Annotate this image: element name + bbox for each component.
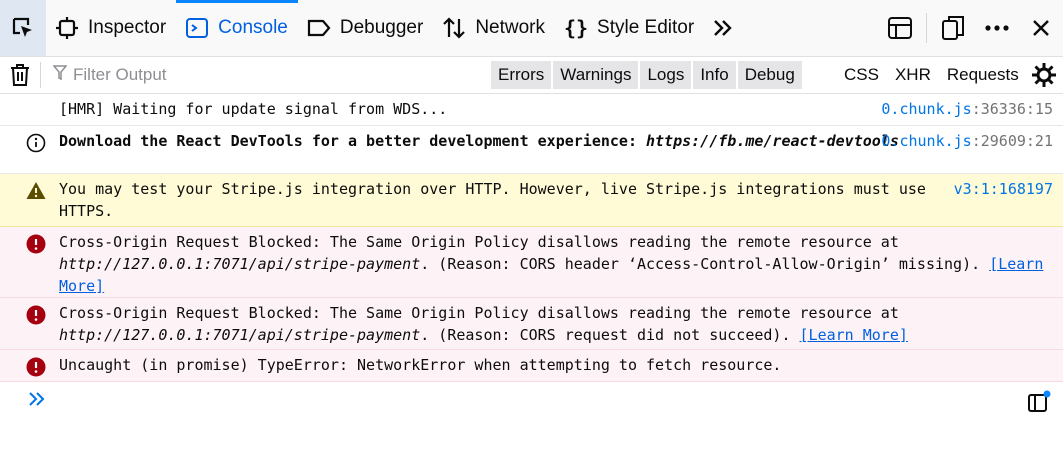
message-url: http://127.0.0.1:7071/api/stripe-payment	[59, 255, 421, 273]
filter-icon	[52, 64, 68, 86]
toolbar-right	[878, 0, 1063, 56]
message-text-reason: . (Reason: CORS request did not succeed)…	[420, 326, 800, 344]
message-url: https://fb.me/react-devtools	[646, 132, 899, 150]
console-input[interactable]	[0, 382, 1063, 416]
editor-mode-icon	[1028, 390, 1051, 412]
message-url: http://127.0.0.1:7071/api/stripe-payment	[59, 326, 421, 344]
gear-icon	[1032, 63, 1056, 87]
picker-icon	[10, 15, 36, 41]
filter-info-button[interactable]: Info	[693, 61, 736, 89]
inspector-icon	[54, 15, 80, 41]
error-icon	[26, 305, 46, 325]
console-message-error: Uncaught (in promise) TypeError: Network…	[0, 350, 1063, 382]
tab-label: Console	[218, 17, 288, 38]
location-file: 0.chunk.js	[881, 100, 972, 118]
filter-debug-button[interactable]: Debug	[737, 61, 802, 89]
console-settings-button[interactable]	[1031, 62, 1057, 88]
tab-inspector[interactable]: Inspector	[46, 0, 176, 56]
dock-options-button[interactable]	[931, 6, 975, 50]
message-text: Download the React DevTools for a better…	[59, 132, 646, 150]
message-text: You may test your Stripe.js integration …	[59, 180, 926, 220]
message-text: Cross-Origin Request Blocked: The Same O…	[59, 233, 899, 251]
filter-placeholder: Filter Output	[73, 65, 167, 84]
message-location-link[interactable]: v3:1:168197	[954, 178, 1053, 200]
debugger-icon	[306, 15, 332, 41]
message-location-link[interactable]: 0.chunk.js:36336:15	[881, 98, 1053, 120]
close-devtools-button[interactable]	[1019, 6, 1063, 50]
tab-style-editor[interactable]: {} Style Editor	[555, 0, 704, 56]
tab-debugger[interactable]: Debugger	[298, 0, 433, 56]
ellipsis-icon	[985, 25, 1009, 31]
split-console-icon	[888, 17, 912, 39]
clear-console-button[interactable]	[0, 57, 40, 93]
filter-xhr-button[interactable]: XHR	[887, 65, 939, 85]
more-options-button[interactable]	[975, 6, 1019, 50]
filter-logs-button[interactable]: Logs	[640, 61, 692, 89]
separator	[926, 13, 927, 43]
error-icon	[26, 357, 46, 377]
console-message-warning: You may test your Stripe.js integration …	[0, 174, 1063, 227]
dock-side-icon	[942, 16, 964, 40]
console-icon	[184, 15, 210, 41]
location-position: :29609:21	[971, 132, 1053, 150]
info-icon	[26, 133, 46, 153]
console-output: [HMR] Waiting for update signal from WDS…	[0, 94, 1063, 416]
tab-network[interactable]: Network	[433, 0, 555, 56]
message-text-reason: . (Reason: CORS header ‘Access-Control-A…	[420, 255, 990, 273]
tab-label: Style Editor	[597, 17, 695, 38]
log-level-filters: Errors Warnings Logs Info Debug	[491, 61, 804, 89]
location-position: :36336:15	[971, 100, 1053, 118]
close-icon	[1033, 20, 1049, 36]
tab-label: Debugger	[339, 17, 424, 38]
console-message-error: Cross-Origin Request Blocked: The Same O…	[0, 298, 1063, 350]
more-tabs-button[interactable]	[704, 0, 750, 56]
tab-label: Inspector	[88, 17, 167, 38]
filter-warnings-button[interactable]: Warnings	[553, 61, 639, 89]
console-filter-bar: Filter Output Errors Warnings Logs Info …	[0, 57, 1063, 94]
element-picker-button[interactable]	[0, 0, 46, 56]
error-icon	[26, 234, 46, 254]
location-file: 0.chunk.js	[881, 132, 972, 150]
devtools-toolbar: Inspector Console Debugger Network {} St…	[0, 0, 1063, 57]
filter-css-button[interactable]: CSS	[836, 65, 887, 85]
message-text: [HMR] Waiting for update signal from WDS…	[59, 100, 448, 118]
double-chevron-right-icon	[710, 15, 736, 41]
toggle-editor-mode-button[interactable]	[1027, 390, 1051, 414]
filter-errors-button[interactable]: Errors	[491, 61, 552, 89]
toggle-split-console-button[interactable]	[878, 6, 922, 50]
console-message-error: Cross-Origin Request Blocked: The Same O…	[0, 227, 1063, 298]
console-message-info: Download the React DevTools for a better…	[0, 126, 1063, 174]
filter-output-input[interactable]: Filter Output	[52, 64, 453, 86]
message-location-link[interactable]: 0.chunk.js:29609:21	[881, 130, 1053, 152]
console-message-log: [HMR] Waiting for update signal from WDS…	[0, 94, 1063, 126]
message-text: Cross-Origin Request Blocked: The Same O…	[59, 304, 899, 322]
tab-label: Network	[475, 17, 546, 38]
trash-icon	[11, 64, 29, 86]
separator	[40, 62, 41, 88]
filter-requests-button[interactable]: Requests	[939, 65, 1027, 85]
learn-more-link[interactable]: [Learn More]	[800, 326, 908, 344]
network-icon	[441, 15, 467, 41]
location-file: v3:1:168197	[953, 180, 1053, 198]
style-editor-icon: {}	[563, 16, 589, 40]
warning-icon	[26, 182, 46, 199]
type-filters: CSS XHR Requests	[836, 57, 1027, 93]
prompt-chevron-icon	[29, 392, 45, 406]
tab-console[interactable]: Console	[176, 0, 298, 56]
message-text: Uncaught (in promise) TypeError: Network…	[59, 356, 782, 374]
